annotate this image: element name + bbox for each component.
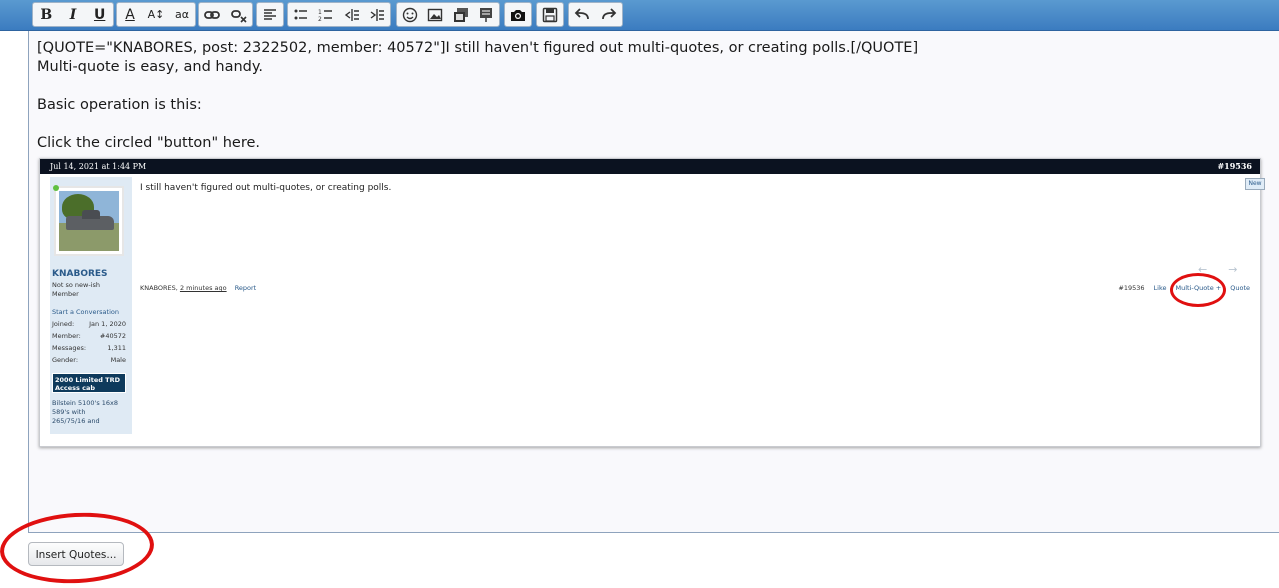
outdent-icon[interactable] — [339, 3, 365, 26]
editor-line: Multi-quote is easy, and handy. — [37, 59, 263, 75]
user-info-pane: KNABORES Not so new-ish Member Start a C… — [50, 177, 132, 434]
action-quote: Quote — [1230, 284, 1250, 292]
editor-line: Click the circled "button" here. — [37, 135, 261, 151]
editor-line: [QUOTE="KNABORES, post: 2322502, member:… — [37, 40, 919, 56]
insert-group — [396, 2, 500, 27]
editor-line: Basic operation is this: — [37, 97, 202, 113]
unlink-icon[interactable] — [226, 3, 253, 26]
indent-icon[interactable] — [365, 3, 391, 26]
message-editor[interactable]: [QUOTE="KNABORES, post: 2322502, member:… — [28, 31, 1279, 533]
font-family-button[interactable]: aα — [169, 3, 195, 26]
user-stat: Messages: 1,311 — [52, 344, 126, 352]
avatar — [53, 185, 124, 256]
multiquote-annotation-circle — [1170, 273, 1226, 307]
smilie-icon[interactable] — [397, 3, 423, 26]
user-title: Not so new-ish Member — [52, 281, 100, 299]
truck-badge: 2000 Limited TRD Access cab — [52, 373, 126, 393]
camera-group — [504, 2, 532, 27]
svg-text:2: 2 — [318, 16, 322, 23]
list-group: 12 — [287, 2, 391, 27]
undo-icon[interactable] — [569, 3, 596, 26]
embedded-screenshot: Jul 14, 2021 at 1:44 PM #19536 KNABORES … — [39, 158, 1265, 447]
svg-text:1: 1 — [318, 9, 322, 16]
user-stat: Member: #40572 — [52, 332, 126, 340]
font-size-button[interactable]: A↕ — [143, 3, 169, 26]
media-icon[interactable] — [448, 3, 474, 26]
new-tab-label: New — [1245, 178, 1265, 190]
user-signature: Bilstein 5100's 16x8 589's with 265/75/16 … — [52, 399, 119, 425]
align-group — [256, 2, 284, 27]
username: KNABORES — [52, 269, 108, 279]
user-stat: Joined: Jan 1, 2020 — [52, 320, 126, 328]
bullet-list-icon[interactable] — [288, 3, 314, 26]
post-number: #19536 — [1217, 161, 1252, 171]
post-header: Jul 14, 2021 at 1:44 PM #19536 — [40, 159, 1260, 174]
font-color-button[interactable]: A — [117, 3, 143, 26]
code-icon[interactable] — [474, 3, 500, 26]
save-group — [536, 2, 564, 27]
start-conversation-link: Start a Conversation — [52, 308, 119, 316]
post-body: I still haven't figured out multi-quotes… — [140, 183, 392, 193]
bold-button[interactable]: B — [33, 3, 60, 26]
insert-quotes-annotation-circle — [0, 509, 156, 587]
editor-line: ​ — [37, 77, 918, 96]
font-group: A A↕ aα — [116, 2, 196, 27]
post-date: Jul 14, 2021 at 1:44 PM — [50, 162, 147, 171]
redo-icon[interactable] — [596, 3, 623, 26]
history-group — [568, 2, 623, 27]
number-list-icon[interactable]: 12 — [314, 3, 340, 26]
user-title-line: Not so new-ish — [52, 281, 100, 289]
link-icon[interactable] — [199, 3, 226, 26]
camera-icon[interactable] — [505, 3, 531, 26]
action-like: Like — [1153, 284, 1167, 292]
editor-line: ​ — [37, 115, 918, 134]
online-badge-icon — [53, 185, 59, 191]
post-meta: KNABORES, 2 minutes ago Report — [140, 284, 257, 292]
italic-button[interactable]: I — [60, 3, 87, 26]
link-group — [198, 2, 253, 27]
align-left-icon[interactable] — [257, 3, 283, 26]
editor-content[interactable]: [QUOTE="KNABORES, post: 2322502, member:… — [37, 39, 918, 153]
image-icon[interactable] — [423, 3, 449, 26]
user-title-line: Member — [52, 290, 79, 298]
underline-button[interactable]: U — [86, 3, 113, 26]
editor-toolbar: B I U A A↕ aα 12 — [0, 0, 1279, 31]
format-group: B I U — [32, 2, 114, 27]
save-draft-icon[interactable] — [537, 3, 563, 26]
user-stat: Gender: Male — [52, 356, 126, 364]
action-post-number: #19536 — [1118, 284, 1145, 292]
